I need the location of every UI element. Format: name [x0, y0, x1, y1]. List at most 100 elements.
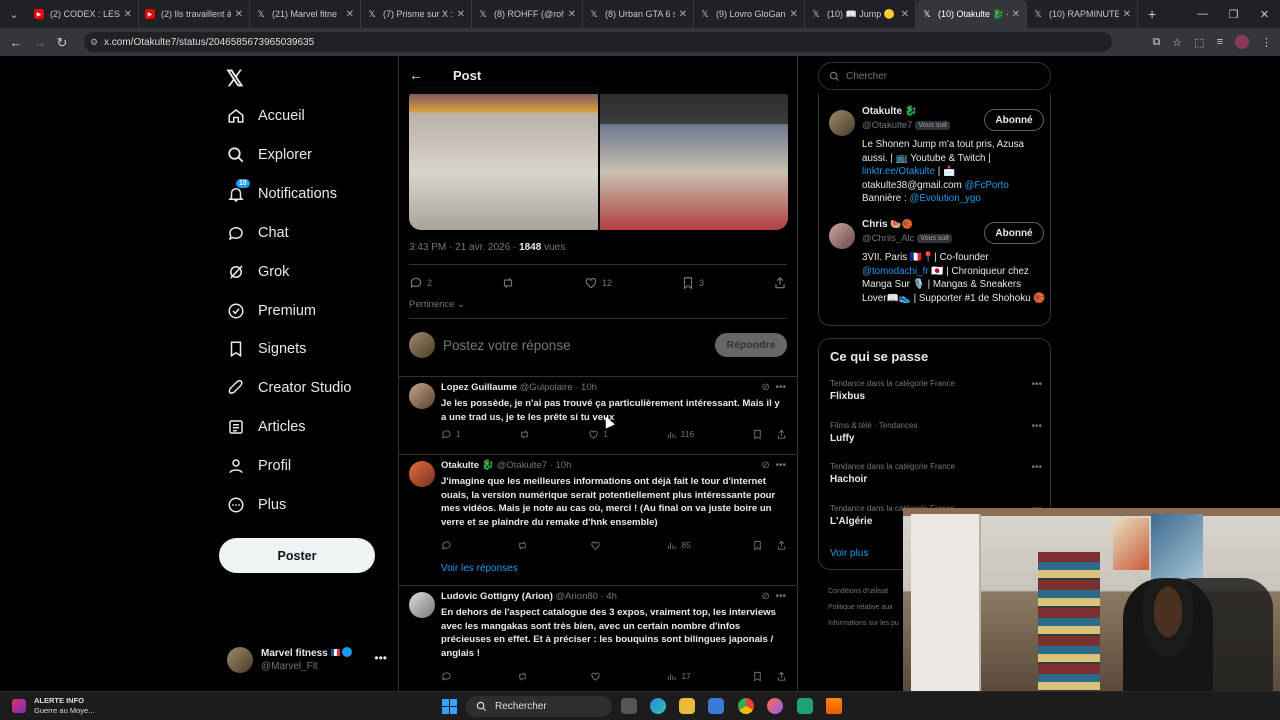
close-tab-icon[interactable]: ✕: [1012, 9, 1020, 20]
more-options-icon[interactable]: •••: [374, 651, 387, 665]
vlc-icon[interactable]: [826, 698, 842, 714]
bookmark-action[interactable]: 3: [681, 276, 704, 290]
nav-item-profil[interactable]: Profil: [226, 451, 291, 481]
more-options-icon[interactable]: •••: [775, 382, 786, 393]
browser-menu-icon[interactable]: ⋮: [1261, 36, 1272, 49]
reply-tweet[interactable]: Ludovic Gottigny (Arion) @Arion80 · 4h ⊘ …: [399, 585, 797, 691]
close-tab-icon[interactable]: ✕: [790, 9, 798, 20]
nav-item-notifications[interactable]: 10 Notifications: [226, 178, 337, 209]
chrome-icon[interactable]: [738, 698, 754, 714]
share-icon[interactable]: [776, 429, 787, 440]
see-replies-link[interactable]: Voir les réponses: [441, 563, 518, 574]
more-options-icon[interactable]: •••: [1031, 379, 1042, 390]
reply-action[interactable]: [441, 540, 456, 551]
browser-tab[interactable]: 𝕏 (10) RAPMINUTE ✕: [1027, 0, 1138, 28]
store-icon[interactable]: [708, 698, 724, 714]
account-switcher[interactable]: Marvel fitness @Marvel_Flt •••: [227, 643, 387, 677]
close-tab-icon[interactable]: ✕: [901, 9, 909, 20]
profile-card[interactable]: Chris 🍉🏀 @Chrils_Alc Vous suit Abonné 3VI…: [829, 219, 1045, 319]
post-button[interactable]: Poster: [219, 538, 375, 573]
media-controls-icon[interactable]: ≡: [1217, 36, 1223, 48]
browser-tab[interactable]: 𝕏 (10) Otakulte 🐉 · ✕: [916, 0, 1027, 28]
close-tab-icon[interactable]: ✕: [235, 9, 243, 20]
post-image-manga[interactable]: [409, 86, 598, 230]
reply-author[interactable]: Ludovic Gottigny (Arion): [441, 591, 553, 602]
browser-tab[interactable]: 𝕏 (10) 📖 Jump 🟡 ✕: [805, 0, 916, 28]
views-action[interactable]: 17: [666, 671, 691, 682]
close-window-icon[interactable]: ✕: [1249, 8, 1280, 21]
show-more-link[interactable]: Voir plus: [830, 548, 868, 559]
nav-item-chat[interactable]: Chat: [226, 218, 289, 248]
app-icon[interactable]: [797, 698, 813, 714]
repost-action[interactable]: [517, 671, 528, 682]
windows-start-icon[interactable]: [442, 699, 457, 714]
footer-link[interactable]: Politique relative aux: [828, 600, 899, 616]
like-action[interactable]: [590, 540, 605, 551]
reply-action[interactable]: 2: [409, 276, 432, 290]
nav-item-accueil[interactable]: Accueil: [226, 101, 305, 131]
address-bar[interactable]: ⚙ x.com/Otakulte7/status/204658567396503…: [84, 32, 1112, 52]
close-tab-icon[interactable]: ✕: [1123, 9, 1131, 20]
following-button[interactable]: Abonné: [984, 222, 1044, 244]
reply-tweet[interactable]: Otakulte 🐉 @Otakulte7 · 10h ⊘ ••• J'imagin…: [399, 454, 797, 580]
bio-mention[interactable]: @Evolution_ygo: [909, 193, 981, 204]
nav-item-plus[interactable]: Plus: [226, 490, 286, 520]
reply-action[interactable]: 1: [441, 429, 461, 440]
nav-item-articles[interactable]: Articles: [226, 412, 306, 442]
like-action[interactable]: 12: [584, 276, 612, 290]
avatar[interactable]: [409, 592, 435, 618]
like-action[interactable]: [590, 671, 605, 682]
more-options-icon[interactable]: •••: [1031, 421, 1042, 432]
browser-tab[interactable]: 𝕏 (21) Marvel fitne ✕: [250, 0, 361, 28]
reply-action[interactable]: [441, 671, 456, 682]
more-options-icon[interactable]: •••: [1031, 462, 1042, 473]
nav-item-signets[interactable]: Signets: [226, 334, 306, 364]
reply-input[interactable]: Postez votre réponse: [443, 338, 715, 353]
browser-tab[interactable]: 𝕏 (8) Urban GTA 6 s ✕: [583, 0, 694, 28]
close-tab-icon[interactable]: ✕: [568, 9, 576, 20]
new-tab-icon[interactable]: +: [1148, 6, 1156, 22]
repost-action[interactable]: [501, 276, 515, 290]
footer-link[interactable]: Informations sur les pu: [828, 616, 899, 632]
bookmark-star-icon[interactable]: ☆: [1172, 36, 1182, 49]
nav-item-grok[interactable]: Grok: [226, 257, 289, 287]
file-explorer-icon[interactable]: [679, 698, 695, 714]
nav-item-creator-studio[interactable]: Creator Studio: [226, 373, 352, 403]
share-icon[interactable]: [776, 671, 787, 682]
browser-tab[interactable]: 𝕏 (9) Lovro GloGan ✕: [694, 0, 805, 28]
bio-mention[interactable]: @FcPorto: [965, 180, 1009, 191]
grok-icon[interactable]: ⊘: [762, 460, 770, 471]
close-tab-icon[interactable]: ✕: [457, 9, 465, 20]
views-action[interactable]: 85: [666, 540, 691, 551]
sort-dropdown[interactable]: Pertinence ⌄: [409, 299, 465, 310]
footer-link[interactable]: Conditions d'utilisat: [828, 584, 899, 600]
minimize-icon[interactable]: —: [1187, 8, 1218, 20]
trend-item[interactable]: Films & télé · Tendances Luffy •••: [830, 421, 1042, 444]
forward-arrow-icon[interactable]: →: [28, 35, 52, 50]
maximize-icon[interactable]: ❐: [1218, 8, 1249, 21]
reply-tweet[interactable]: Lopez Guillaume @Gulpolaire · 10h ⊘ ••• Je…: [399, 376, 797, 454]
browser-tab[interactable]: 𝕏 (8) ROHFF (@roh ✕: [472, 0, 583, 28]
taskbar-search[interactable]: Rechercher: [466, 696, 612, 717]
back-arrow-icon[interactable]: ←: [4, 35, 28, 50]
repost-action[interactable]: [517, 540, 528, 551]
avatar[interactable]: [409, 383, 435, 409]
install-icon[interactable]: ⧉: [1152, 36, 1160, 49]
avatar[interactable]: [409, 461, 435, 487]
profile-avatar[interactable]: [1235, 35, 1249, 49]
browser-tab[interactable]: ▶ (2) CODEX : LES A ✕: [28, 0, 139, 28]
reply-button[interactable]: Répondre: [715, 333, 787, 357]
bio-mention[interactable]: @tomodachi_fr: [862, 266, 929, 277]
close-tab-icon[interactable]: ✕: [124, 9, 132, 20]
trend-item[interactable]: Tendance dans la catégorie France Flixbus…: [830, 379, 1042, 402]
firefox-icon[interactable]: [767, 698, 783, 714]
task-view-icon[interactable]: [621, 698, 637, 714]
edge-icon[interactable]: [650, 698, 666, 714]
site-info-icon[interactable]: ⚙: [90, 37, 98, 48]
extensions-icon[interactable]: ⬚: [1194, 36, 1204, 49]
trend-item[interactable]: Tendance dans la catégorie France Hachoir…: [830, 462, 1042, 485]
like-action[interactable]: 1: [588, 429, 608, 440]
share-icon[interactable]: [776, 540, 787, 551]
share-action[interactable]: [773, 276, 787, 290]
browser-tab[interactable]: ▶ (2) Ils travaillent à ✕: [139, 0, 250, 28]
